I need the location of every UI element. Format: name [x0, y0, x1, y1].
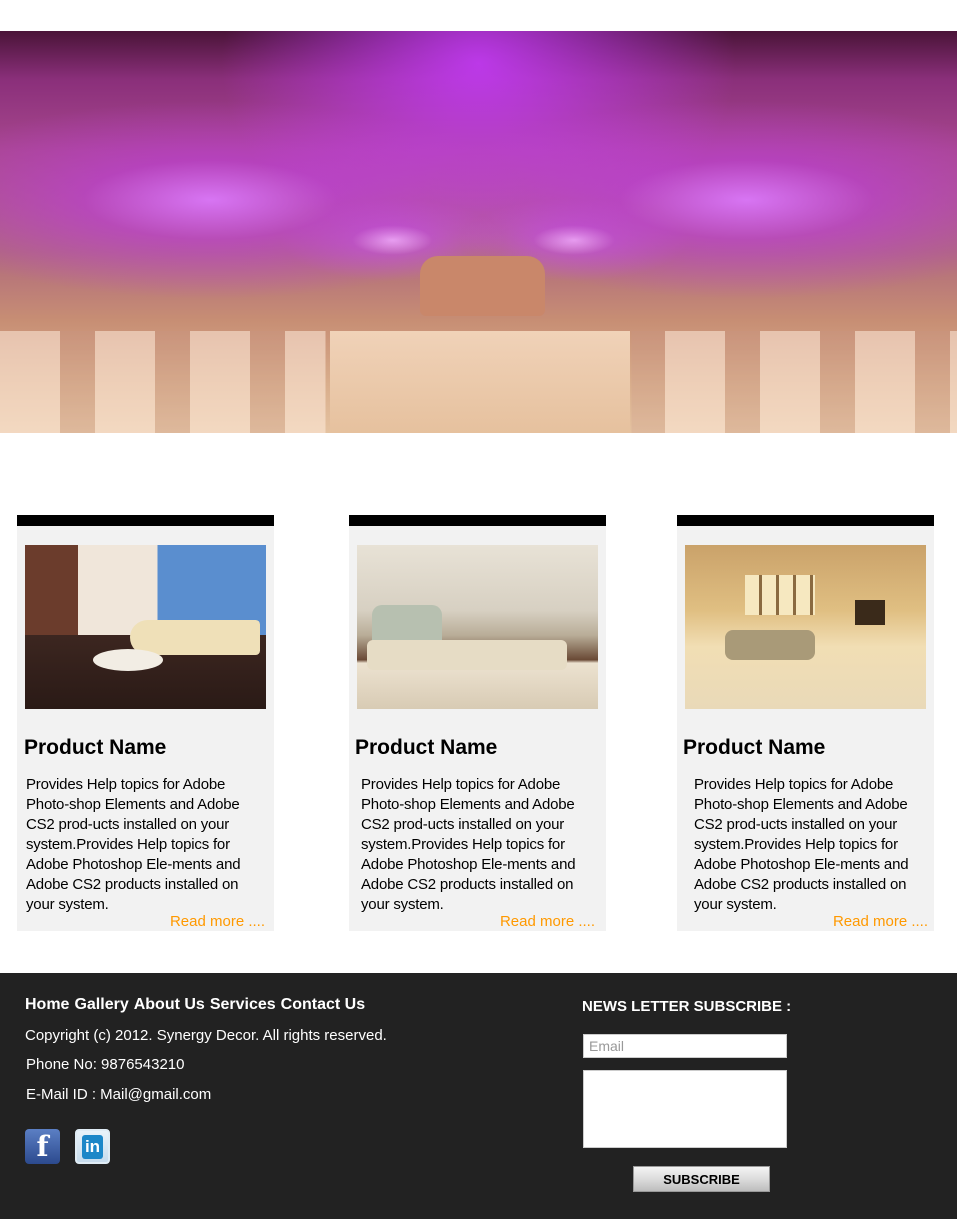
footer-link-about-us[interactable]: About Us [134, 996, 205, 1013]
photo-sofa [130, 620, 260, 655]
footer-nav: Home Gallery About Us Services Contact U… [25, 996, 365, 1014]
linkedin-icon-glyph: in [81, 1134, 104, 1159]
product-card: Product Name Provides Help topics for Ad… [349, 515, 606, 931]
newsletter-message-textarea[interactable] [583, 1070, 787, 1148]
contact-email: E-Mail ID : Mail@gmail.com [26, 1086, 212, 1103]
product-description: Provides Help topics for Adobe Photo-sho… [694, 776, 909, 913]
photo-window [745, 575, 815, 615]
product-card: Product Name Provides Help topics for Ad… [17, 515, 274, 931]
footer-nav-item-home: Home [25, 996, 69, 1014]
photo-fireplace [855, 600, 885, 625]
photo-bench [367, 640, 567, 670]
hero-banner [0, 31, 957, 433]
linkedin-icon[interactable]: in [75, 1129, 110, 1164]
product-image[interactable] [25, 545, 266, 709]
product-image[interactable] [357, 545, 598, 709]
product-title: Product Name [355, 736, 498, 759]
product-card: Product Name Provides Help topics for Ad… [677, 515, 934, 931]
hero-stage-runway [330, 331, 630, 433]
footer: Home Gallery About Us Services Contact U… [0, 973, 957, 1219]
footer-nav-item-about: About Us [134, 996, 205, 1014]
hero-stage-sofa [420, 256, 545, 316]
facebook-icon[interactable]: f [25, 1129, 60, 1164]
product-image[interactable] [685, 545, 926, 709]
photo-table [93, 649, 163, 671]
footer-nav-item-contact: Contact Us [281, 996, 365, 1014]
phone-number: Phone No: 9876543210 [26, 1056, 185, 1073]
newsletter-title: NEWS LETTER SUBSCRIBE : [582, 998, 792, 1015]
footer-link-gallery[interactable]: Gallery [74, 996, 128, 1013]
product-title: Product Name [24, 736, 167, 759]
footer-link-contact-us[interactable]: Contact Us [281, 996, 365, 1013]
read-more-link[interactable]: Read more .... [500, 913, 595, 930]
product-title: Product Name [683, 736, 826, 759]
footer-link-services[interactable]: Services [210, 996, 276, 1013]
read-more-link[interactable]: Read more .... [170, 913, 265, 930]
newsletter-email-input[interactable] [583, 1034, 787, 1058]
copyright-text: Copyright (c) 2012. Synergy Decor. All r… [25, 1027, 387, 1044]
photo-sofa [725, 630, 815, 660]
product-description: Provides Help topics for Adobe Photo-sho… [361, 776, 576, 913]
footer-nav-item-gallery: Gallery [74, 996, 128, 1014]
footer-link-home[interactable]: Home [25, 996, 69, 1013]
footer-nav-item-services: Services [210, 996, 276, 1014]
read-more-link[interactable]: Read more .... [833, 913, 928, 930]
product-description: Provides Help topics for Adobe Photo-sho… [26, 776, 241, 913]
subscribe-button[interactable]: SUBSCRIBE [633, 1166, 770, 1192]
